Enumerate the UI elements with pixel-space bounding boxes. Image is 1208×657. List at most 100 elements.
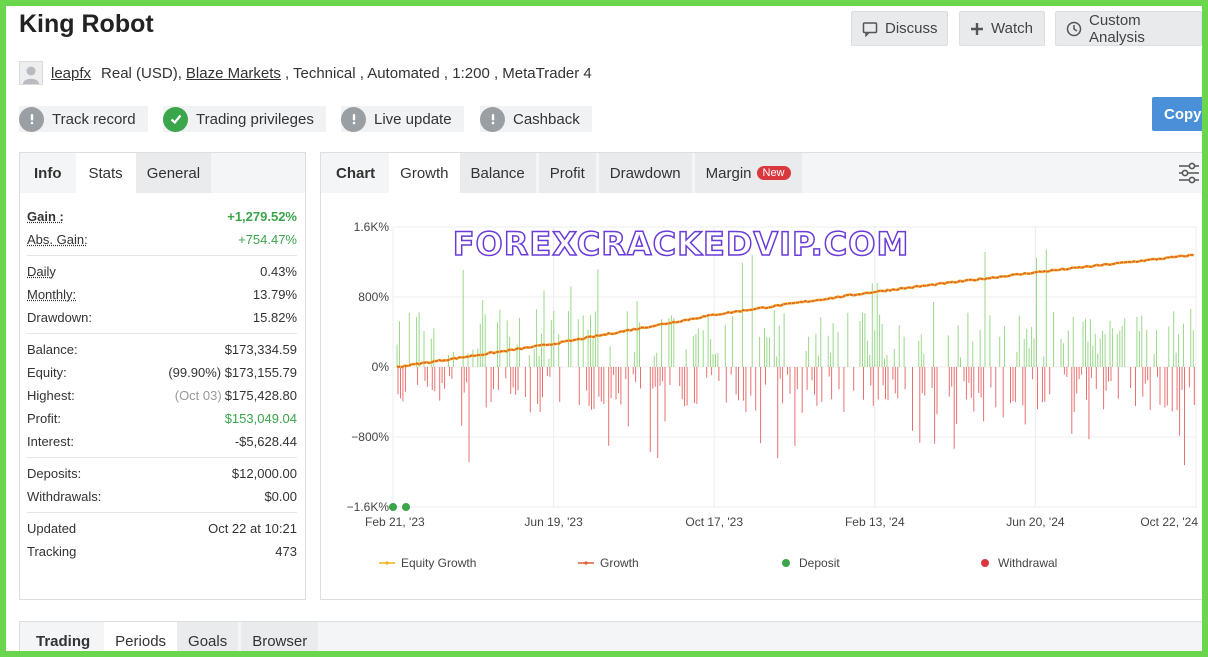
stat-drawdown: Drawdown: 15.82%	[27, 306, 297, 329]
avatar	[19, 61, 43, 85]
stat-label: Withdrawals:	[27, 489, 102, 504]
stat-label: Deposits:	[27, 466, 82, 481]
legend-deposit-dot	[782, 559, 790, 567]
stat-value: 13.79%	[252, 287, 297, 302]
legend-withdrawal-dot	[981, 559, 989, 567]
stat-updated: Updated Oct 22 at 10:21	[27, 517, 297, 540]
check-icon	[163, 106, 188, 132]
stats-list: Gain : +1,279.52% Abs. Gain: +754.47% Dail…	[27, 205, 297, 563]
stat-balance: Balance: $173,334.59	[27, 338, 297, 361]
x-tick-label: Jun 19, '23	[524, 515, 583, 529]
stat-value: +1,279.52%	[227, 209, 297, 224]
account-type: Real (USD),	[101, 64, 182, 82]
stat-label: Balance:	[27, 342, 78, 357]
y-tick-label: 0%	[372, 360, 390, 374]
discuss-label: Discuss	[885, 20, 938, 37]
stat-value: $0.00	[264, 489, 297, 504]
stat-monthly: Monthly: 13.79%	[27, 283, 297, 306]
stat-value: Oct 22 at 10:21	[208, 521, 297, 536]
tab-growth[interactable]: Growth	[389, 153, 460, 193]
stat-label[interactable]: Monthly:	[27, 287, 76, 302]
tab-stats[interactable]: Stats	[75, 153, 136, 193]
badge-label: Trading privileges	[196, 110, 314, 128]
stat-label: Drawdown:	[27, 310, 93, 325]
stat-label[interactable]: Abs. Gain:	[27, 232, 88, 247]
growth-chart[interactable]: 1.6K% 800% 0% −800% −1.6K% Feb 21, '23 Jun 19…	[321, 195, 1202, 599]
filter-settings-icon[interactable]	[1177, 161, 1201, 185]
badge-live-update[interactable]: Live update	[341, 106, 464, 132]
account-details: , Technical , Automated , 1:200 , MetaTr…	[284, 64, 592, 82]
legend-deposit[interactable]: Deposit	[799, 556, 840, 570]
tab-chart[interactable]: Chart	[321, 153, 390, 193]
tab-margin[interactable]: Margin New	[694, 153, 802, 193]
stat-value: $173,155.79	[224, 365, 297, 380]
badge-trading-privileges[interactable]: Trading privileges	[163, 106, 326, 132]
y-tick-label: −1.6K%	[347, 500, 390, 514]
x-tick-label: Oct 17, '23	[685, 515, 743, 529]
user-link[interactable]: leapfx	[51, 65, 91, 82]
y-axis: 1.6K% 800% 0% −800% −1.6K%	[347, 220, 390, 514]
x-tick-label: Feb 13, '24	[845, 515, 905, 529]
badge-cashback[interactable]: Cashback	[480, 106, 592, 132]
chart-legend: Equity Growth Growth Deposit Withdrawal	[379, 556, 1057, 570]
stat-label: Profit:	[27, 411, 61, 426]
stat-value: $12,000.00	[231, 466, 297, 481]
plus-icon	[971, 22, 983, 35]
tab-profit[interactable]: Profit	[538, 153, 596, 193]
stat-label[interactable]: Daily	[27, 264, 56, 279]
legend-withdrawal[interactable]: Withdrawal	[998, 556, 1057, 570]
x-tick-label: Oct 22, '24	[1140, 515, 1198, 529]
badge-label: Cashback	[513, 110, 580, 128]
deposit-marker	[402, 503, 410, 511]
tab-drawdown[interactable]: Drawdown	[598, 153, 692, 193]
y-tick-label: 800%	[358, 290, 389, 304]
stat-value: $153,049.04	[224, 411, 297, 426]
user-icon	[23, 66, 39, 84]
watch-button[interactable]: Watch	[959, 11, 1045, 46]
custom-analysis-label: Custom Analysis	[1089, 11, 1145, 46]
stat-value: 15.82%	[252, 310, 297, 325]
stat-value: +754.47%	[238, 232, 297, 247]
tab-browser[interactable]: Browser	[241, 622, 319, 651]
chart-panel: Chart Growth Balance Profit Drawdown Mar…	[320, 152, 1202, 600]
broker-link[interactable]: Blaze Markets	[186, 65, 281, 82]
watermark: FOREXCRACKEDVIP.COM	[453, 225, 910, 263]
warning-icon	[341, 106, 366, 132]
copy-button[interactable]: Copy	[1152, 97, 1202, 131]
tab-general[interactable]: General	[135, 153, 212, 193]
equity-growth-line	[396, 253, 1195, 369]
chat-icon	[862, 21, 878, 37]
custom-analysis-button[interactable]: Custom Analysis	[1055, 11, 1202, 46]
y-tick-label: −800%	[351, 430, 389, 444]
stat-deposits: Deposits: $12,000.00	[27, 462, 297, 485]
stat-label: Highest:	[27, 388, 75, 403]
stat-label: Equity:	[27, 365, 67, 380]
stat-interest: Interest: -$5,628.44	[27, 430, 297, 453]
badge-label: Track record	[52, 110, 136, 128]
divider	[27, 512, 297, 513]
tab-info[interactable]: Info	[20, 153, 76, 193]
tab-goals[interactable]: Goals	[177, 622, 239, 651]
legend-equity-growth[interactable]: Equity Growth	[401, 556, 476, 570]
stat-date: (Oct 03)	[174, 388, 222, 403]
stat-daily: Daily 0.43%	[27, 260, 297, 283]
page-title: King Robot	[19, 10, 154, 38]
stat-label[interactable]: Gain :	[27, 209, 64, 224]
stat-abs-gain: Abs. Gain: +754.47%	[27, 228, 297, 251]
stat-withdrawals: Withdrawals: $0.00	[27, 485, 297, 508]
x-tick-label: Feb 21, '23	[365, 515, 425, 529]
legend-growth[interactable]: Growth	[600, 556, 639, 570]
warning-icon	[480, 106, 505, 132]
tab-balance[interactable]: Balance	[459, 153, 536, 193]
legend-equity-dot	[385, 561, 389, 565]
watch-label: Watch	[991, 20, 1033, 37]
badge-track-record[interactable]: Track record	[19, 106, 148, 132]
discuss-button[interactable]: Discuss	[851, 11, 948, 46]
stat-label: Updated	[27, 521, 77, 536]
warning-icon	[19, 106, 44, 132]
divider	[27, 457, 297, 458]
stat-pct: (99.90%)	[168, 365, 222, 380]
tab-margin-label: Margin	[705, 164, 752, 182]
tab-trading[interactable]: Trading	[20, 622, 104, 651]
tab-periods[interactable]: Periods	[104, 622, 178, 651]
